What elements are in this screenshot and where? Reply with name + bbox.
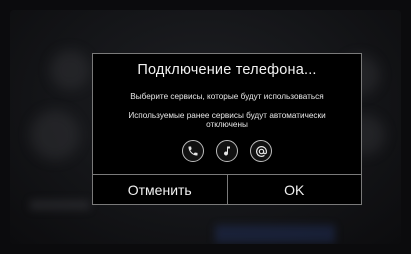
background-widget: [30, 110, 80, 160]
music-note-icon: [221, 145, 233, 157]
cancel-button[interactable]: Отменить: [93, 175, 227, 204]
phone-service-toggle[interactable]: [182, 140, 204, 162]
background-bar: [30, 200, 90, 210]
background-widget: [50, 50, 90, 90]
phone-connection-dialog: Подключение телефона... Выберите сервисы…: [92, 53, 362, 205]
service-icons: [93, 140, 361, 164]
select-services-message: Выберите сервисы, которые будут использо…: [130, 92, 324, 101]
dialog-buttons: Отменить OK: [93, 174, 361, 204]
ok-button[interactable]: OK: [226, 175, 362, 204]
dialog-title: Подключение телефона...: [137, 62, 317, 78]
auto-disconnect-message: Используемые ранее сервисы будут автомат…: [128, 111, 326, 129]
background-bar: [215, 225, 335, 243]
infotainment-screen: Подключение телефона... Выберите сервисы…: [10, 10, 401, 244]
music-service-toggle[interactable]: [216, 140, 238, 162]
internet-service-toggle[interactable]: [250, 140, 272, 162]
phone-icon: [187, 145, 199, 157]
at-sign-icon: [255, 145, 268, 158]
